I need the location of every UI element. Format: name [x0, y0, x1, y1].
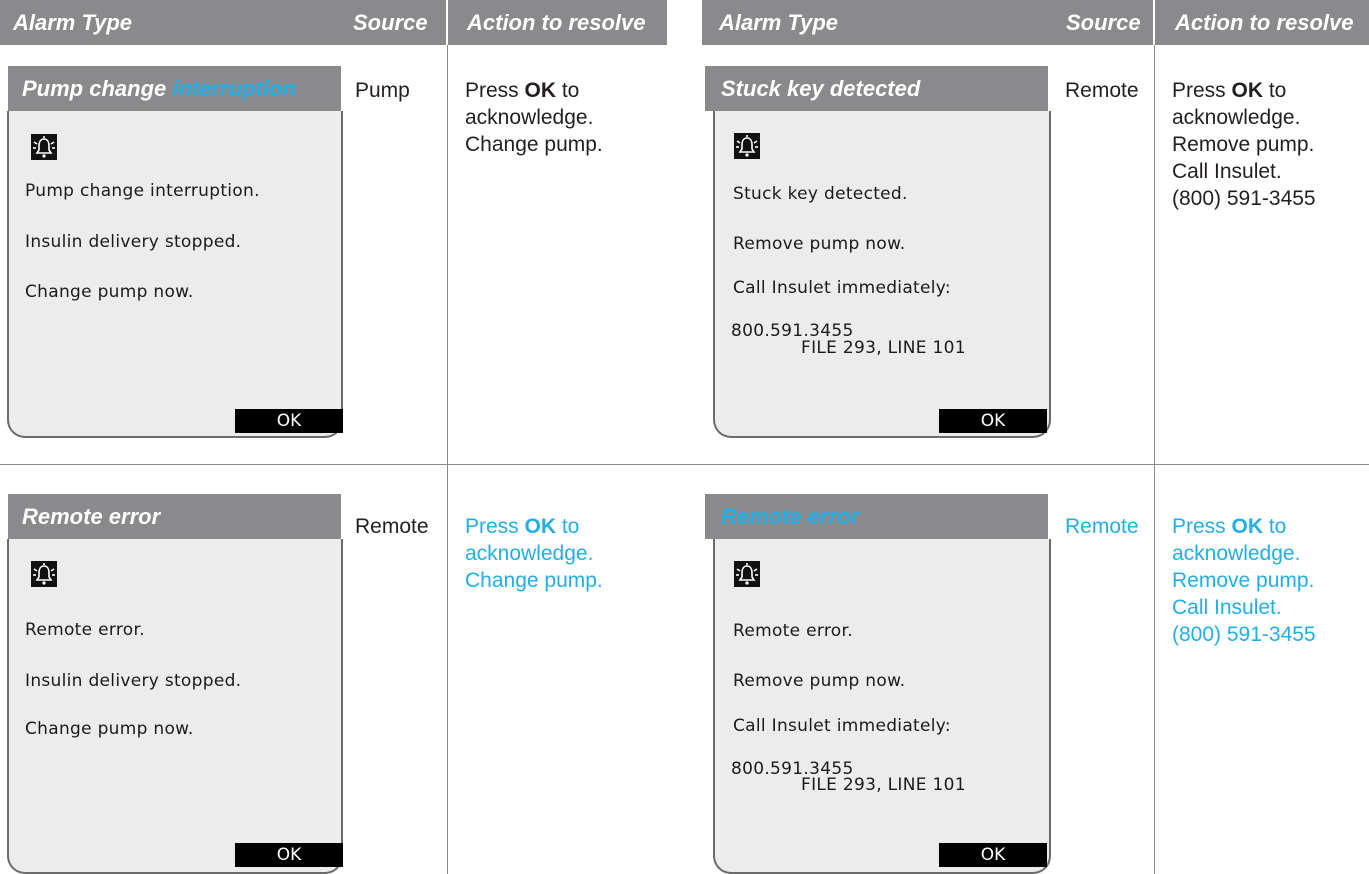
device-screen: Remote error. Remove pump now. Call Insu…	[713, 539, 1051, 874]
header-action: Action to resolve	[1175, 10, 1354, 35]
header-alarm-type: Alarm Type	[719, 10, 839, 35]
alarm-bell-icon	[31, 561, 57, 587]
alarm-source: Remote	[355, 515, 429, 538]
screen-line: Remove pump now.	[733, 671, 906, 691]
column-divider	[447, 45, 448, 874]
alarm-title: Remote error	[721, 504, 860, 529]
screen-line: Pump change interruption.	[25, 181, 260, 201]
header-divider	[446, 0, 448, 45]
ok-button[interactable]: OK	[235, 843, 343, 867]
alarm-bell-icon	[31, 134, 57, 160]
table-header-right: Alarm Type Source Action to resolve	[702, 0, 1369, 45]
screen-line: Call Insulet immediately:	[733, 278, 951, 298]
alarm-title-bar: Stuck key detected	[705, 66, 1048, 111]
header-action: Action to resolve	[467, 10, 646, 35]
screen-line: Change pump now.	[25, 282, 194, 302]
screen-line: Call Insulet immediately:	[733, 716, 951, 736]
screen-line: Insulin delivery stopped.	[25, 671, 242, 691]
table-header-left: Alarm Type Source Action to resolve	[0, 0, 667, 45]
alarm-bell-icon	[734, 561, 760, 587]
alarm-title: Remote error	[22, 504, 161, 529]
alarm-bell-icon	[734, 133, 760, 159]
header-source: Source	[353, 10, 428, 35]
device-screen: Stuck key detected. Remove pump now. Cal…	[713, 111, 1051, 438]
header-alarm-type: Alarm Type	[13, 10, 133, 35]
screen-line: Change pump now.	[25, 719, 194, 739]
screen-line: Insulin delivery stopped.	[25, 232, 242, 252]
row-divider	[0, 464, 1369, 465]
ok-button[interactable]: OK	[939, 843, 1047, 867]
header-source: Source	[1066, 10, 1141, 35]
screen-line: Stuck key detected.	[733, 184, 908, 204]
alarm-title: Pump change interruption	[22, 76, 296, 101]
action-text: Press OK to acknowledge. Change pump.	[465, 515, 603, 592]
action-text: Press OK to acknowledge. Remove pump. Ca…	[1172, 79, 1316, 210]
device-screen: Pump change interruption. Insulin delive…	[7, 111, 343, 438]
action-text: Press OK to acknowledge. Change pump.	[465, 79, 603, 156]
screen-line: Remove pump now.	[733, 234, 906, 254]
device-screen: Remote error. Insulin delivery stopped. …	[7, 539, 343, 874]
alarm-title-bar: Remote error	[8, 494, 341, 539]
screen-line: FILE 293, LINE 101	[801, 338, 966, 358]
column-divider	[1154, 45, 1155, 874]
ok-button[interactable]: OK	[235, 409, 343, 433]
action-text: Press OK to acknowledge. Remove pump. Ca…	[1172, 515, 1316, 646]
ok-button[interactable]: OK	[939, 409, 1047, 433]
alarm-title-bar: Remote error	[705, 494, 1048, 539]
alarm-title: Stuck key detected	[721, 76, 921, 101]
alarm-title-bar: Pump change interruption	[8, 66, 341, 111]
screen-line: Remote error.	[733, 621, 853, 641]
alarm-source: Remote	[1065, 79, 1139, 102]
header-divider	[1153, 0, 1155, 45]
screen-line: FILE 293, LINE 101	[801, 775, 966, 795]
alarm-source: Pump	[355, 79, 410, 102]
alarm-source: Remote	[1065, 515, 1139, 538]
screen-line: Remote error.	[25, 620, 145, 640]
